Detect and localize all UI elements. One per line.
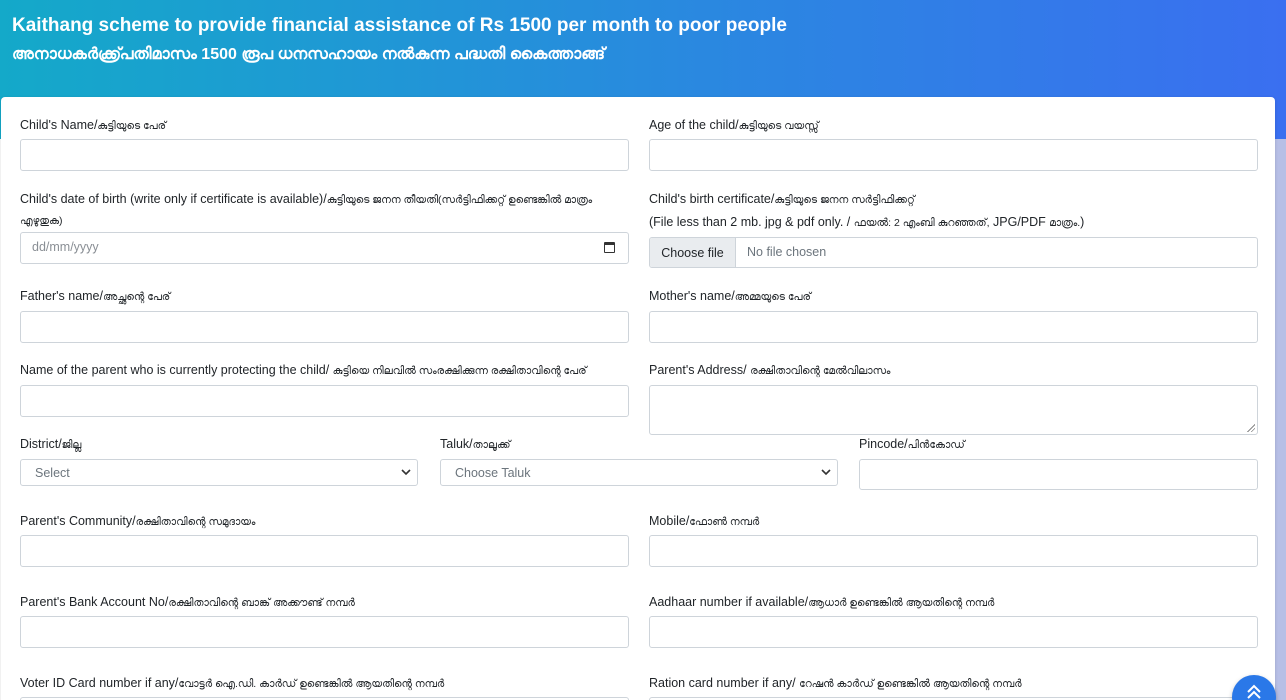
mobile-label: Mobile/ഫോൺ നമ്പർ	[649, 514, 760, 528]
taluk-label: Taluk/താലൂക്ക്	[440, 437, 511, 451]
mother-name-input[interactable]	[649, 311, 1258, 343]
child-dob-label: Child's date of birth (write only if cer…	[20, 192, 593, 227]
chevron-down-icon	[401, 469, 411, 476]
taluk-selected-value: Choose Taluk	[455, 466, 531, 480]
voter-id-label: Voter ID Card number if any/വോട്ടർ ഐ.ഡി.…	[20, 676, 445, 690]
birth-certificate-note: (File less than 2 mb. jpg & pdf only. / …	[649, 215, 1085, 229]
file-status-text: No file chosen	[747, 245, 827, 259]
bank-account-input[interactable]	[20, 616, 629, 648]
father-name-label: Father's name/അച്ഛന്റെ പേര്	[20, 289, 171, 303]
birth-certificate-file-input[interactable]: Choose file No file chosen	[649, 237, 1258, 268]
pincode-label: Pincode/പിൻകോഡ്	[859, 437, 965, 451]
taluk-select[interactable]: Choose Taluk	[440, 459, 838, 486]
page-title: Kaithang scheme to provide financial ass…	[12, 15, 787, 36]
community-label: Parent's Community/രക്ഷിതാവിന്റെ സമുദായം	[20, 514, 256, 528]
aadhaar-input[interactable]	[649, 616, 1258, 648]
birth-certificate-label: Child's birth certificate/കുട്ടിയുടെ ജനന…	[649, 192, 915, 206]
child-age-input[interactable]	[649, 139, 1258, 171]
date-placeholder: dd/mm/yyyy	[32, 240, 99, 254]
ration-card-label: Ration card number if any/ റേഷൻ കാർഡ് ഉണ…	[649, 676, 1022, 690]
child-age-label: Age of the child/കുട്ടിയുടെ വയസ്സ്	[649, 118, 819, 132]
child-name-input[interactable]	[20, 139, 629, 171]
father-name-input[interactable]	[20, 311, 629, 343]
district-select[interactable]: Select	[20, 459, 418, 486]
resize-handle[interactable]	[1247, 424, 1255, 432]
community-input[interactable]	[20, 535, 629, 567]
guardian-name-input[interactable]	[20, 385, 629, 417]
parent-address-label: Parent's Address/ രക്ഷിതാവിന്റെ മേൽവിലാസ…	[649, 363, 891, 377]
chevron-down-icon	[821, 469, 831, 476]
aadhaar-label: Aadhaar number if available/ആധാർ ഉണ്ടെങ്…	[649, 595, 995, 609]
parent-address-textarea[interactable]	[649, 385, 1258, 435]
guardian-name-label: Name of the parent who is currently prot…	[20, 363, 587, 377]
child-dob-date-input[interactable]: dd/mm/yyyy	[20, 232, 629, 264]
page: Kaithang scheme to provide financial ass…	[0, 0, 1286, 700]
mother-name-label: Mother's name/അമ്മയുടെ പേര്	[649, 289, 811, 303]
mobile-input[interactable]	[649, 535, 1258, 567]
pincode-input[interactable]	[859, 459, 1258, 490]
district-selected-value: Select	[35, 466, 70, 480]
application-form-card: Child's Name/കുട്ടിയുടെ പേര് Age of the …	[1, 97, 1275, 700]
calendar-icon[interactable]	[604, 242, 615, 253]
child-name-label: Child's Name/കുട്ടിയുടെ പേര്	[20, 118, 167, 132]
bank-account-label: Parent's Bank Account No/രക്ഷിതാവിന്റെ ബ…	[20, 595, 355, 609]
district-label: District/ജില്ല	[20, 437, 82, 451]
choose-file-button[interactable]: Choose file	[650, 238, 736, 267]
page-subtitle: അനാധകർക്ക്പ്രതിമാസം 1500 രൂപ ധനസഹായം നൽക…	[12, 46, 605, 63]
chevron-double-up-icon	[1247, 684, 1261, 699]
